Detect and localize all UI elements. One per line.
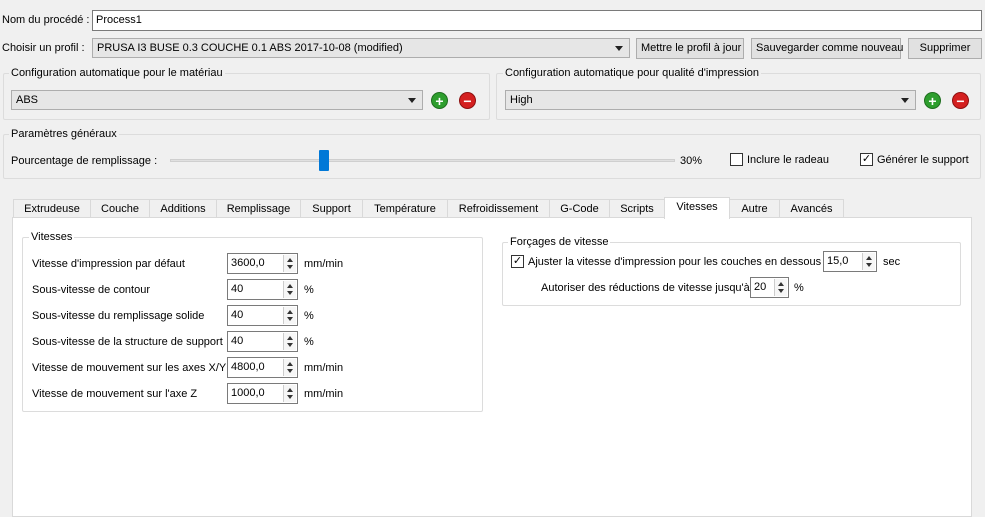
spinner-arrows-icon[interactable] xyxy=(862,253,875,270)
quality-select[interactable]: High xyxy=(505,90,916,110)
update-profile-button[interactable]: Mettre le profil à jour xyxy=(636,38,744,59)
spinner-arrows-icon[interactable] xyxy=(283,385,296,402)
speed-overrides-group xyxy=(502,242,961,306)
tab-scripts[interactable]: Scripts xyxy=(609,199,665,218)
spinner-value: 4800,0 xyxy=(231,361,265,373)
speed-row-label: Vitesse de mouvement sur les axes X/Y xyxy=(32,362,227,374)
plus-icon: + xyxy=(928,93,937,109)
checkmark-icon: ✓ xyxy=(512,255,523,267)
tab-support[interactable]: Support xyxy=(300,199,363,218)
chevron-down-icon xyxy=(901,98,909,103)
spinner-arrows-icon[interactable] xyxy=(283,359,296,376)
speed-row-label: Vitesse d'impression par défaut xyxy=(32,258,185,270)
speed-row-label: Sous-vitesse de contour xyxy=(32,284,151,296)
infill-label: Pourcentage de remplissage : xyxy=(11,155,158,167)
tab-remplissage[interactable]: Remplissage xyxy=(216,199,301,218)
adjust-speed-label: Ajuster la vitesse d'impression pour les… xyxy=(528,256,822,268)
support-speed-spinner[interactable]: 40 xyxy=(227,331,298,352)
speeds-panel: Vitesses Vitesse d'impression par défaut… xyxy=(12,217,972,517)
spinner-value: 20 xyxy=(754,281,767,293)
infill-slider-handle[interactable] xyxy=(318,150,329,171)
spinner-arrows-icon[interactable] xyxy=(283,333,296,350)
xy-travel-speed-spinner[interactable]: 4800,0 xyxy=(227,357,298,378)
remove-quality-button[interactable]: − xyxy=(952,92,969,109)
profile-select-value: PRUSA I3 BUSE 0.3 COUCHE 0.1 ABS 2017-10… xyxy=(97,42,403,54)
tab-additions[interactable]: Additions xyxy=(149,199,217,218)
speed-row-label: Sous-vitesse de la structure de support xyxy=(32,336,223,348)
tab-refroidissement[interactable]: Refroidissement xyxy=(447,199,550,218)
layer-time-spinner[interactable]: 15,0 xyxy=(823,251,877,272)
spinner-arrows-icon[interactable] xyxy=(283,255,296,272)
raft-label: Inclure le radeau xyxy=(747,154,829,166)
speed-overrides-title: Forçages de vitesse xyxy=(508,235,611,249)
minus-icon: − xyxy=(956,93,965,109)
general-params-title: Paramètres généraux xyxy=(9,127,119,141)
spinner-arrows-icon[interactable] xyxy=(774,279,787,296)
spinner-arrows-icon[interactable] xyxy=(283,307,296,324)
raft-checkbox[interactable] xyxy=(730,153,743,166)
material-select[interactable]: ABS xyxy=(11,90,423,110)
speed-reduction-unit: % xyxy=(794,282,804,294)
speed-row-unit: mm/min xyxy=(304,388,344,400)
z-travel-speed-spinner[interactable]: 1000,0 xyxy=(227,383,298,404)
spinner-value: 40 xyxy=(231,309,244,321)
speed-row-unit: mm/min xyxy=(304,258,344,270)
spinner-value: 1000,0 xyxy=(231,387,265,399)
chevron-down-icon xyxy=(408,98,416,103)
speed-row-label: Sous-vitesse du remplissage solide xyxy=(32,310,205,322)
tab-avances[interactable]: Avancés xyxy=(779,199,844,218)
quality-select-value: High xyxy=(510,94,533,106)
perimeter-speed-spinner[interactable]: 40 xyxy=(227,279,298,300)
minus-icon: − xyxy=(463,93,472,109)
profile-select[interactable]: PRUSA I3 BUSE 0.3 COUCHE 0.1 ABS 2017-10… xyxy=(92,38,630,58)
quality-config-title: Configuration automatique pour qualité d… xyxy=(503,66,762,80)
add-material-button[interactable]: + xyxy=(431,92,448,109)
default-speed-spinner[interactable]: 3600,0 xyxy=(227,253,298,274)
tab-gcode[interactable]: G-Code xyxy=(549,199,610,218)
tab-couche[interactable]: Couche xyxy=(90,199,150,218)
layer-time-unit: sec xyxy=(883,256,901,268)
speed-row-unit: mm/min xyxy=(304,362,344,374)
material-select-value: ABS xyxy=(16,94,39,106)
infill-slider-track[interactable] xyxy=(170,159,675,162)
spinner-value: 40 xyxy=(231,283,244,295)
process-name-input[interactable]: Process1 xyxy=(92,10,982,31)
spinner-value: 15,0 xyxy=(827,255,849,267)
remove-material-button[interactable]: − xyxy=(459,92,476,109)
speed-row-unit: % xyxy=(304,284,314,296)
add-quality-button[interactable]: + xyxy=(924,92,941,109)
speed-row-label: Vitesse de mouvement sur l'axe Z xyxy=(32,388,198,400)
reduce-speed-label: Autoriser des réductions de vitesse jusq… xyxy=(541,282,750,294)
speeds-group-title: Vitesses xyxy=(29,230,75,244)
checkmark-icon: ✓ xyxy=(861,153,872,165)
chevron-down-icon xyxy=(615,46,623,51)
tab-temperature[interactable]: Température xyxy=(362,199,448,218)
save-as-new-button[interactable]: Sauvegarder comme nouveau xyxy=(751,38,903,59)
process-name-label: Nom du procédé : xyxy=(2,14,90,26)
spinner-arrows-icon[interactable] xyxy=(283,281,296,298)
tab-vitesses[interactable]: Vitesses xyxy=(664,197,730,219)
speed-row-unit: % xyxy=(304,336,314,348)
profile-label: Choisir un profil : xyxy=(2,42,85,54)
support-label: Générer le support xyxy=(877,154,969,166)
tab-extrudeuse[interactable]: Extrudeuse xyxy=(13,199,91,218)
spinner-value: 3600,0 xyxy=(231,257,265,269)
plus-icon: + xyxy=(435,93,444,109)
speed-row-unit: % xyxy=(304,310,314,322)
infill-value: 30% xyxy=(680,155,703,167)
speed-reduction-spinner[interactable]: 20 xyxy=(750,277,789,298)
material-config-title: Configuration automatique pour le matéri… xyxy=(9,66,225,80)
solid-infill-speed-spinner[interactable]: 40 xyxy=(227,305,298,326)
tab-autre[interactable]: Autre xyxy=(729,199,780,218)
adjust-speed-checkbox[interactable]: ✓ xyxy=(511,255,524,268)
support-checkbox[interactable]: ✓ xyxy=(860,153,873,166)
delete-profile-button[interactable]: Supprimer xyxy=(908,38,982,59)
spinner-value: 40 xyxy=(231,335,244,347)
